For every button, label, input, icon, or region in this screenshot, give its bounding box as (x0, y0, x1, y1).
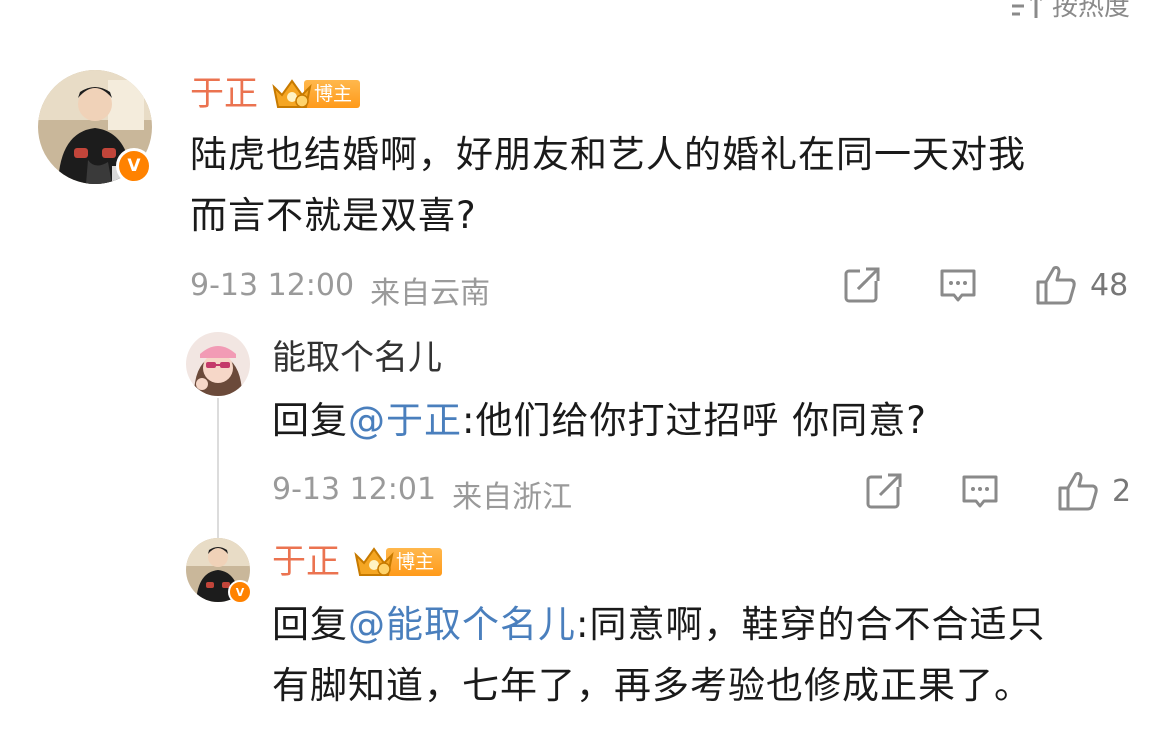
comment-username[interactable]: 于正 (190, 74, 258, 114)
comment-text-line: 陆虎也结婚啊，好朋友和艺人的婚礼在同一天对我 (190, 133, 1026, 176)
verified-badge-icon: V (228, 580, 252, 604)
comment-icon[interactable] (960, 471, 1000, 511)
like-count: 48 (1090, 267, 1129, 303)
like-icon[interactable] (1034, 264, 1078, 306)
comment-text-line: 而言不就是双喜? (190, 194, 477, 237)
sort-icon (1010, 0, 1044, 20)
blogger-badge: 博主 (270, 77, 361, 111)
comment-icon[interactable] (938, 265, 978, 305)
comment-text-line: 有脚知道，七年了，再多考验也修成正果了。 (272, 664, 1032, 707)
sort-label: 按热度 (1051, 0, 1130, 22)
comment-text: :他们给你打过招呼 你同意? (462, 399, 927, 442)
comment-username[interactable]: 能取个名儿 (272, 338, 442, 378)
reply-prefix: 回复 (272, 603, 348, 646)
reply-prefix: 回复 (272, 399, 348, 442)
comment-time: 9-13 12:00 (190, 268, 355, 303)
comment-location: 来自云南 (370, 276, 491, 311)
comment-time: 9-13 12:01 (272, 472, 437, 507)
like-count: 2 (1112, 473, 1132, 509)
mention-link[interactable]: @能取个名儿 (348, 603, 576, 646)
blogger-badge: 博主 (352, 545, 443, 579)
crown-icon (352, 545, 396, 579)
comment-username[interactable]: 于正 (272, 542, 340, 582)
thread-line (217, 398, 219, 538)
comment-location: 来自浙江 (452, 480, 573, 515)
crown-icon (270, 77, 314, 111)
share-icon[interactable] (842, 265, 882, 305)
mention-link[interactable]: @于正 (348, 399, 462, 442)
verified-badge-icon: V (116, 148, 152, 184)
like-icon[interactable] (1056, 470, 1100, 512)
sort-control[interactable]: 按热度 (1010, 0, 1130, 23)
share-icon[interactable] (864, 471, 904, 511)
avatar[interactable] (186, 332, 250, 396)
comment-text: :同意啊，鞋穿的合不合适只 (576, 603, 1046, 646)
